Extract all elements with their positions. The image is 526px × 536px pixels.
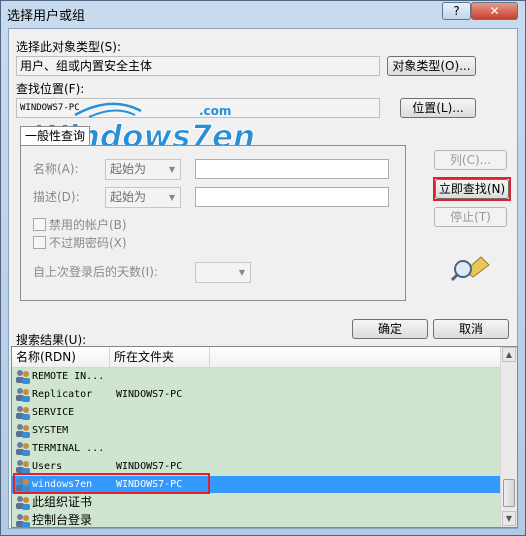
non-expiring-password-label: 不过期密码(X): [49, 236, 127, 250]
name-mode-select[interactable]: 起始为 ▼: [105, 159, 181, 180]
select-users-dialog: 选择用户或组 ? ✕ 选择此对象类型(S): 用户、组或内置安全主体 对象类型(…: [0, 0, 526, 536]
user-group-icon: [15, 423, 31, 438]
description-label: 描述(D):: [33, 190, 80, 204]
row-name: SERVICE: [32, 407, 75, 418]
results-header: 名称(RDN) 所在文件夹: [12, 347, 502, 368]
columns-button[interactable]: 列(C)...: [434, 150, 507, 170]
search-results-list[interactable]: 名称(RDN) 所在文件夹 REMOTE IN... Replicator WIND…: [11, 346, 518, 528]
days-since-logon-label: 自上次登录后的天数(I):: [33, 265, 158, 279]
table-row[interactable]: SERVICE: [12, 404, 502, 421]
name-label: 名称(A):: [33, 162, 79, 176]
chevron-down-icon: ▼: [168, 165, 176, 174]
table-row[interactable]: Replicator WINDOWS7-PC: [12, 386, 502, 403]
chevron-down-icon: ▼: [168, 193, 176, 202]
scroll-down-icon[interactable]: ▼: [502, 511, 516, 526]
user-group-icon: [15, 513, 31, 527]
user-group-icon: [15, 369, 31, 384]
find-now-button[interactable]: 立即查找(N): [435, 179, 509, 199]
scroll-up-icon[interactable]: ▲: [502, 347, 516, 362]
row-name: 控制台登录: [32, 513, 93, 527]
ok-button[interactable]: 确定: [352, 319, 428, 339]
dialog-body: 选择此对象类型(S): 用户、组或内置安全主体 对象类型(O)... 查找位置(…: [8, 28, 518, 529]
row-name: TERMINAL ...: [32, 443, 105, 454]
user-group-icon: [15, 405, 31, 420]
row-name: SYSTEM: [32, 425, 69, 436]
object-type-label: 选择此对象类型(S):: [16, 40, 122, 54]
description-mode-select[interactable]: 起始为 ▼: [105, 187, 181, 208]
results-scrollbar[interactable]: ▲ ▼: [500, 347, 517, 527]
chevron-down-icon: ▼: [238, 268, 246, 277]
row-name: REMOTE IN...: [32, 371, 105, 382]
watermark-suffix: .com: [199, 104, 231, 118]
table-row[interactable]: 控制台登录: [12, 512, 502, 527]
tab-general-query[interactable]: 一般性查询: [20, 126, 90, 146]
title-bar[interactable]: 选择用户或组 ? ✕: [1, 1, 525, 27]
name-input[interactable]: [195, 159, 389, 179]
days-since-logon-select[interactable]: ▼: [195, 262, 251, 283]
table-row[interactable]: TERMINAL ...: [12, 440, 502, 457]
table-row[interactable]: SYSTEM: [12, 422, 502, 439]
user-group-icon: [15, 459, 31, 474]
general-query-panel: 名称(A): 起始为 ▼ 描述(D): 起始为 ▼ 禁用的帐户(B) 不过期密码(X…: [20, 145, 406, 301]
column-header-folder[interactable]: 所在文件夹: [110, 347, 210, 367]
user-group-icon: [15, 495, 31, 510]
window-title: 选择用户或组: [7, 9, 86, 24]
row-name: 此组织证书: [32, 495, 93, 509]
help-button[interactable]: ?: [442, 2, 471, 20]
user-group-icon: [15, 387, 31, 402]
stop-button[interactable]: 停止(T): [434, 207, 507, 227]
column-header-name[interactable]: 名称(RDN): [12, 347, 110, 367]
row-folder: WINDOWS7-PC: [116, 389, 183, 400]
object-type-field: 用户、组或内置安全主体: [16, 56, 380, 76]
locations-button[interactable]: 位置(L)...: [400, 98, 476, 118]
cancel-button[interactable]: 取消: [433, 319, 509, 339]
disabled-accounts-label: 禁用的帐户(B): [49, 218, 127, 232]
table-row[interactable]: REMOTE IN...: [12, 368, 502, 385]
description-input[interactable]: [195, 187, 389, 207]
table-row[interactable]: 此组织证书: [12, 494, 502, 511]
selected-row-highlight: [13, 473, 210, 494]
disabled-accounts-checkbox[interactable]: [33, 218, 46, 231]
object-types-button[interactable]: 对象类型(O)...: [387, 56, 476, 76]
location-label: 查找位置(F):: [16, 82, 85, 96]
non-expiring-password-checkbox[interactable]: [33, 236, 46, 249]
search-flashlight-icon: [451, 256, 490, 281]
row-name: Replicator: [32, 389, 93, 400]
user-group-icon: [15, 441, 31, 456]
scroll-thumb[interactable]: [503, 479, 515, 507]
close-button[interactable]: ✕: [471, 2, 518, 20]
